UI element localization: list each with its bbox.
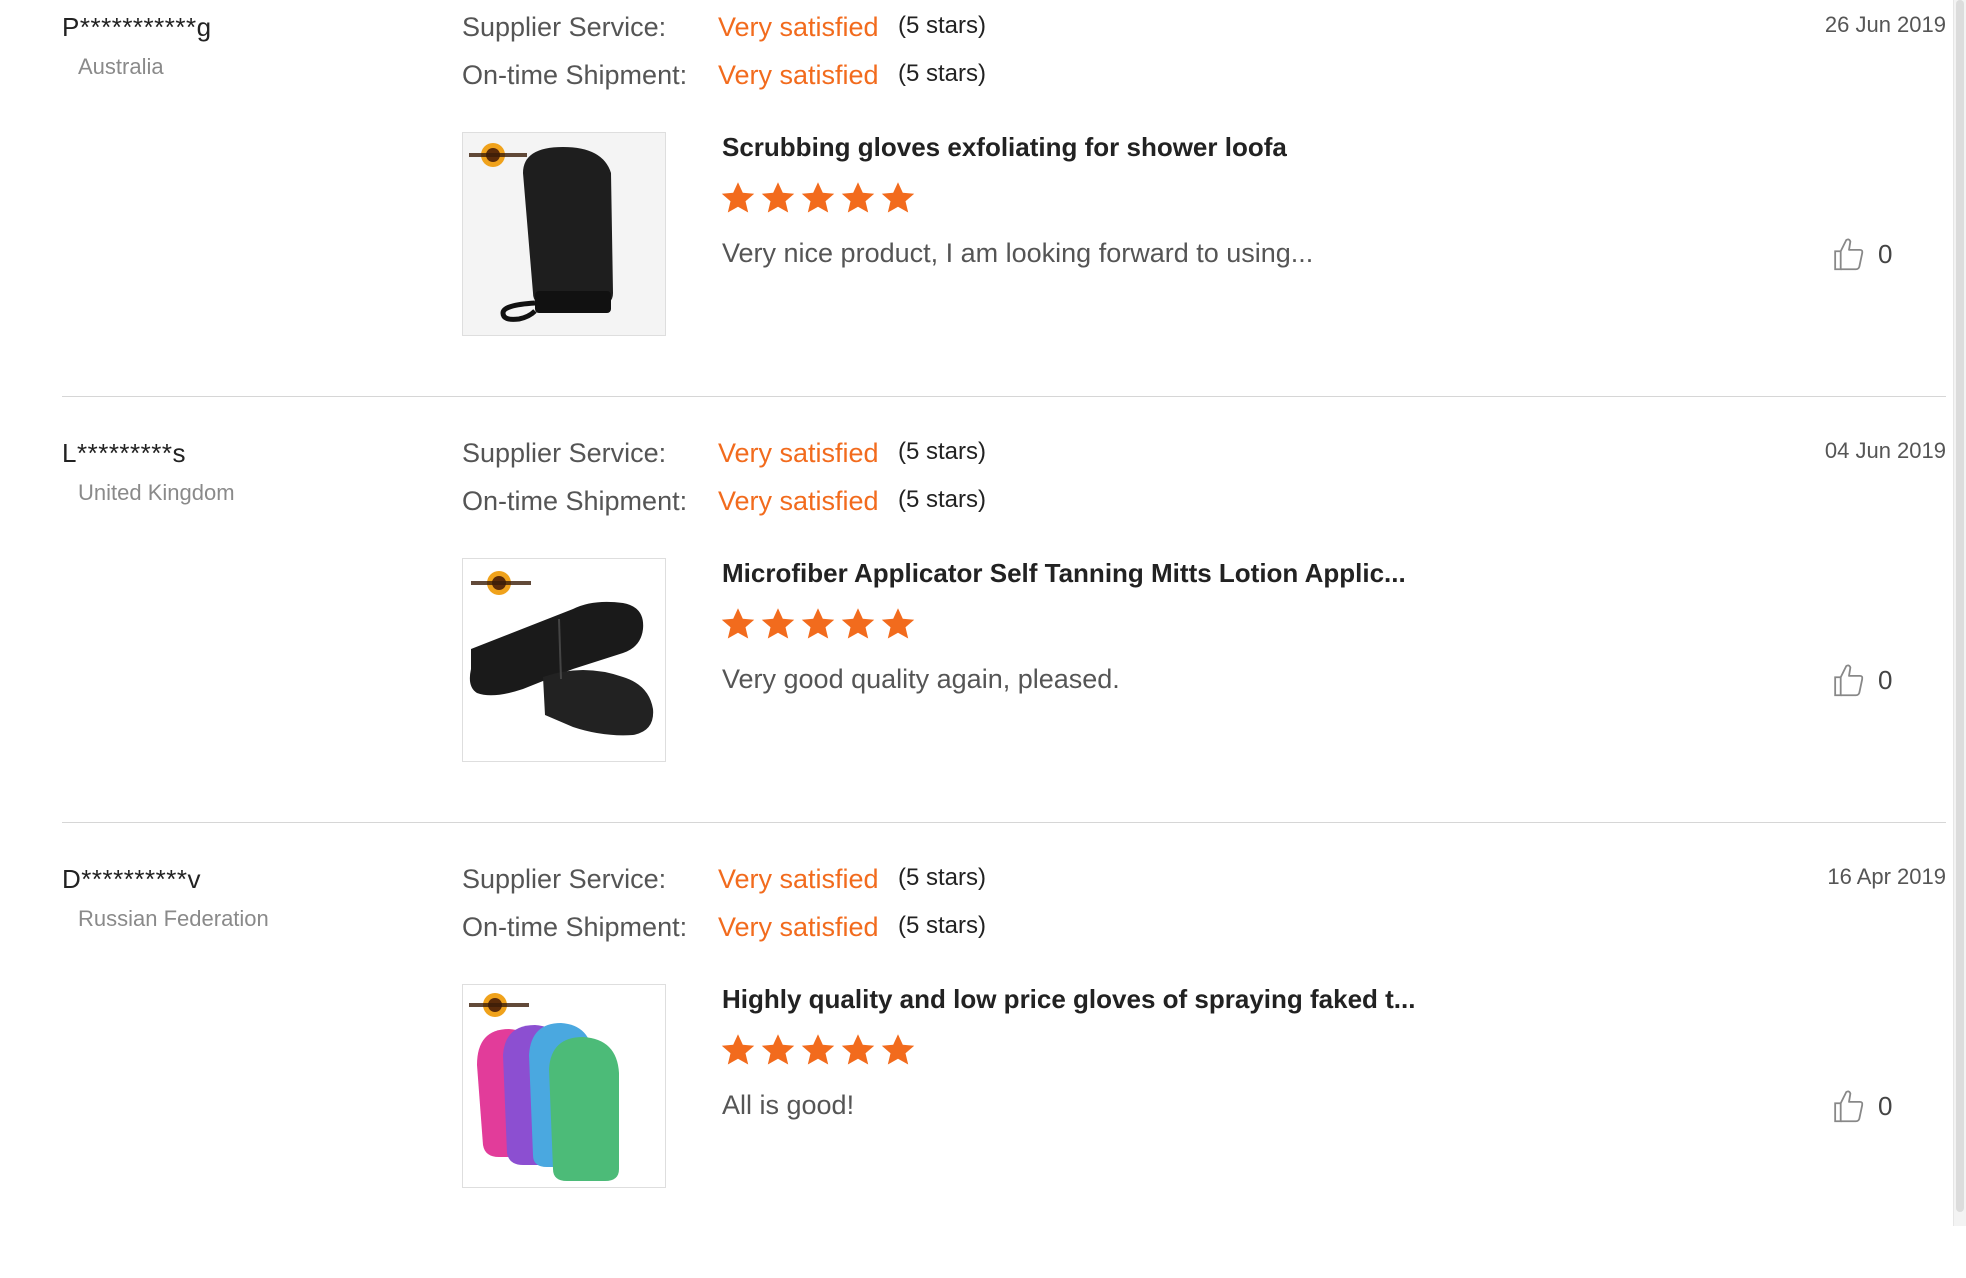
product-rating-stars (720, 180, 916, 216)
review-divider (62, 822, 1946, 823)
supplier-service-label: Supplier Service: (462, 438, 667, 468)
review-divider (62, 396, 1946, 397)
supplier-service-value: Very satisfied (718, 12, 879, 42)
review-item: P***********g Australia Supplier Service… (0, 0, 1966, 426)
on-time-shipment-label: On-time Shipment: (462, 486, 688, 516)
review-item: L*********s United Kingdom Supplier Serv… (0, 426, 1966, 852)
star-icon (721, 1034, 755, 1065)
on-time-shipment-stars: (5 stars) (898, 912, 987, 939)
product-rating-stars (720, 1032, 916, 1068)
review-comment: Very good quality again, pleased. (722, 664, 1120, 694)
product-title-link[interactable]: Scrubbing gloves exfoliating for shower … (722, 132, 1287, 163)
star-icon (761, 182, 795, 213)
supplier-service-value: Very satisfied (718, 864, 879, 894)
on-time-shipment-value: Very satisfied (718, 912, 879, 942)
star-icon (841, 1034, 875, 1065)
supplier-service-label: Supplier Service: (462, 864, 667, 894)
thumbs-up-icon (1834, 664, 1864, 697)
star-icon (801, 182, 835, 213)
reviewer-country: United Kingdom (78, 480, 235, 505)
product-thumbnail[interactable] (462, 132, 666, 336)
like-count: 0 (1878, 664, 1893, 695)
reviewer-name: D**********v (62, 864, 201, 894)
star-icon (761, 608, 795, 639)
supplier-service-label: Supplier Service: (462, 12, 667, 42)
reviewer-name: L*********s (62, 438, 187, 468)
star-icon (801, 608, 835, 639)
review-date: 26 Jun 2019 (1824, 12, 1946, 37)
like-button[interactable]: 0 (1832, 662, 1892, 698)
star-icon (841, 182, 875, 213)
on-time-shipment-value: Very satisfied (718, 60, 879, 90)
product-title-link[interactable]: Microfiber Applicator Self Tanning Mitts… (722, 558, 1406, 589)
star-icon (761, 1034, 795, 1065)
supplier-service-stars: (5 stars) (898, 438, 987, 465)
thumbs-up-icon (1834, 1090, 1864, 1123)
star-icon (881, 1034, 915, 1065)
review-date: 04 Jun 2019 (1824, 438, 1946, 463)
product-thumbnail[interactable] (462, 558, 666, 762)
supplier-service-stars: (5 stars) (898, 12, 987, 39)
reviewer-name: P***********g (62, 12, 212, 42)
product-thumbnail[interactable] (462, 984, 666, 1188)
on-time-shipment-stars: (5 stars) (898, 60, 987, 87)
on-time-shipment-value: Very satisfied (718, 486, 879, 516)
on-time-shipment-label: On-time Shipment: (462, 912, 688, 942)
like-button[interactable]: 0 (1832, 236, 1892, 272)
on-time-shipment-stars: (5 stars) (898, 486, 987, 513)
product-title-link[interactable]: Highly quality and low price gloves of s… (722, 984, 1415, 1015)
supplier-service-value: Very satisfied (718, 438, 879, 468)
review-comment: All is good! (722, 1090, 855, 1120)
supplier-service-stars: (5 stars) (898, 864, 987, 891)
black-exfoliating-glove-image (463, 133, 665, 335)
star-icon (881, 182, 915, 213)
star-icon (881, 608, 915, 639)
like-count: 0 (1878, 1090, 1893, 1121)
product-rating-stars (720, 606, 916, 642)
star-icon (721, 182, 755, 213)
star-icon (721, 608, 755, 639)
colorful-tanning-mitts-image (463, 985, 665, 1187)
reviewer-country: Australia (78, 54, 164, 79)
star-icon (841, 608, 875, 639)
like-count: 0 (1878, 238, 1893, 269)
star-icon (801, 1034, 835, 1065)
review-item: D**********v Russian Federation Supplier… (0, 852, 1966, 1278)
review-date: 16 Apr 2019 (1827, 864, 1946, 889)
black-back-applicator-strap-image (463, 559, 665, 761)
thumbs-up-icon (1834, 238, 1864, 271)
reviewer-country: Russian Federation (78, 906, 269, 931)
review-comment: Very nice product, I am looking forward … (722, 238, 1314, 268)
like-button[interactable]: 0 (1832, 1088, 1892, 1124)
on-time-shipment-label: On-time Shipment: (462, 60, 688, 90)
